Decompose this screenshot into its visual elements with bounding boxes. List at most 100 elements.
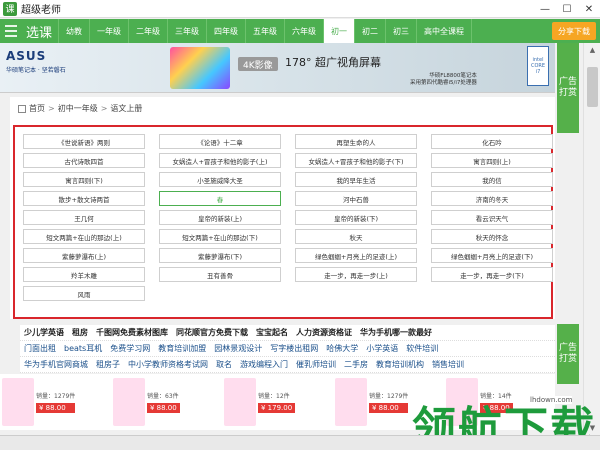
ad-link[interactable]: 千图网免费素材图库 [92,327,172,338]
lesson-item[interactable]: 化石吟 [431,134,553,149]
lesson-item[interactable]: 女娲造人+冒孩子和他的影子(上) [159,153,281,168]
lesson-item[interactable]: 秋天 [295,229,417,244]
product-item[interactable]: 销量：12件 ¥ 179.00 [222,374,333,430]
lesson-item[interactable]: 《世说新语》两则 [23,134,145,149]
product-info: 销量：12件 ¥ 179.00 [258,391,296,413]
lesson-item[interactable]: 河中石兽 [295,191,417,206]
maximize-button[interactable]: ☐ [556,0,578,18]
lesson-item[interactable]: 王几何 [23,210,145,225]
lesson-item[interactable]: 紫藤萝瀑布(下) [159,248,281,263]
product-sales: 销量：12件 [258,393,290,400]
lesson-item[interactable]: 春 [159,191,281,206]
ad-link[interactable]: 租房 [68,327,92,338]
grade-tab[interactable]: 高中全课程 [417,19,473,43]
lesson-item[interactable]: 丑有善骨 [159,267,281,282]
ad-link[interactable]: 园林景观设计 [210,343,266,354]
ad-link[interactable]: 中小学教师资格考试网 [124,359,212,370]
grade-tab[interactable]: 一年级 [90,19,130,43]
ad-link[interactable]: 租房子 [92,359,124,370]
product-info: 销量：63件 ¥ 88.00 [147,391,180,413]
window-title: 超级老师 [21,5,61,16]
grade-tab[interactable]: 初一 [324,19,356,43]
ad-link[interactable]: 宝宝起名 [252,327,292,338]
product-image [2,378,34,426]
ad-link[interactable]: 取名 [212,359,236,370]
ad-links-area: 少儿学英语 租房 千图网免费素材图库 同花顺官方免费下载 宝宝起名 人力资源资格证 华为手机… [20,325,555,373]
breadcrumb-home[interactable]: 首页 [29,103,45,114]
lesson-item[interactable]: 紫藤萝瀑布(上) [23,248,145,263]
grade-tab[interactable]: 三年级 [168,19,208,43]
vertical-scrollbar[interactable]: ▲ ▼ [583,43,600,435]
grade-tab[interactable]: 初二 [355,19,387,43]
ad-link[interactable]: 软件培训 [402,343,442,354]
grade-tab[interactable]: 初三 [386,19,418,43]
lesson-item[interactable]: 走一步，再走一步(下) [431,267,553,282]
product-price: ¥ 88.00 [369,403,409,413]
lesson-item[interactable]: 我的早年生活 [295,172,417,187]
ad-banner[interactable]: ASUS 华硕笔记本 · 坚若磐石 4K影像 178° 超广视角屏幕 华硕FL8… [0,43,555,93]
lesson-item[interactable]: 绿色蝈蝈+月亮上的足迹(上) [295,248,417,263]
lesson-item[interactable]: 羚羊木雕 [23,267,145,282]
ad-link[interactable]: 游戏编程入门 [236,359,292,370]
lesson-item[interactable]: 再塑生命的人 [295,134,417,149]
lesson-item[interactable]: 散步+散文诗两首 [23,191,145,206]
lesson-item[interactable]: 秋天的怀念 [431,229,553,244]
ad-link[interactable]: 写字楼出租网 [266,343,322,354]
lesson-item[interactable]: 《论语》十二章 [159,134,281,149]
grade-tab[interactable]: 幼教 [59,19,91,43]
link-row: 少儿学英语 租房 千图网免费素材图库 同花顺官方免费下载 宝宝起名 人力资源资格证 华为手机… [20,325,555,341]
menu-icon[interactable] [0,19,22,43]
ad-link[interactable]: 教育培训机构 [372,359,428,370]
ad-link[interactable]: beats耳机 [60,343,106,354]
ad-link[interactable]: 免费学习网 [106,343,154,354]
lesson-item[interactable]: 绿色蝈蝈+月亮上的足迹(下) [431,248,553,263]
link-row: 华为手机官网商城 租房子 中小学教师资格考试网 取名 游戏编程入门 催乳师培训 二手房 教育培… [20,357,555,373]
scroll-thumb[interactable] [587,67,598,107]
window-titlebar: 课 超级老师 — ☐ ✕ [0,0,600,18]
side-ad-bottom[interactable]: 广告打赏 [557,324,579,384]
grade-tab[interactable]: 六年级 [285,19,325,43]
ad-link[interactable]: 人力资源资格证 [292,327,356,338]
lesson-item[interactable]: 古代诗歌四首 [23,153,145,168]
asus-slogan: 华硕笔记本 · 坚若磐石 [6,67,66,74]
badge-4k: 4K影像 [238,57,278,71]
ad-link[interactable]: 小学英语 [362,343,402,354]
lesson-item[interactable]: 小圣施威降大圣 [159,172,281,187]
product-item[interactable]: 销量：63件 ¥ 88.00 [111,374,222,430]
grade-tab[interactable]: 四年级 [207,19,247,43]
share-download-button[interactable]: 分享下载 [552,22,596,40]
product-item[interactable]: 销量：1279件 ¥ 88.00 [0,374,111,430]
lesson-item[interactable]: 短文两篇+在山的那边(上) [23,229,145,244]
lesson-item[interactable]: 看云识天气 [431,210,553,225]
lesson-item[interactable]: 济南的冬天 [431,191,553,206]
lesson-item[interactable]: 皇帝的新装(下) [295,210,417,225]
lesson-item[interactable]: 风雨 [23,286,145,301]
intel-badge: intel CORE i7 [527,46,549,86]
lesson-item[interactable]: 走一步，再走一步(上) [295,267,417,282]
ad-link[interactable]: 二手房 [340,359,372,370]
close-button[interactable]: ✕ [578,0,600,18]
lesson-item[interactable]: 短文两篇+在山的那边(下) [159,229,281,244]
scroll-up-icon[interactable]: ▲ [584,43,600,57]
breadcrumb-grade[interactable]: 初中一年级 [58,103,98,114]
lesson-item[interactable]: 寓言四则(上) [431,153,553,168]
ad-link[interactable]: 少儿学英语 [20,327,68,338]
side-ad-top[interactable]: 广告打赏 [557,43,579,133]
lesson-item[interactable]: 皇帝的新装(上) [159,210,281,225]
product-sales: 销量：63件 [147,393,179,400]
grade-tab[interactable]: 二年级 [129,19,169,43]
minimize-button[interactable]: — [534,0,556,18]
lesson-item[interactable]: 寓言四则(下) [23,172,145,187]
lesson-item[interactable]: 我的信 [431,172,553,187]
lesson-item[interactable]: 女娲造人+冒孩子和他的影子(下) [295,153,417,168]
grade-tab[interactable]: 五年级 [246,19,286,43]
ad-link[interactable]: 哈佛大学 [322,343,362,354]
ad-link[interactable]: 同花顺官方免费下载 [172,327,252,338]
ad-link[interactable]: 华为手机官网商城 [20,359,92,370]
ad-link[interactable]: 教育培训加盟 [154,343,210,354]
ad-link[interactable]: 销售培训 [428,359,468,370]
ad-link[interactable]: 华为手机哪一款最好 [356,327,436,338]
ad-small-line-2: 采用第四代酷睿i5/i7处理器 [410,80,477,87]
ad-link[interactable]: 门面出租 [20,343,60,354]
ad-link[interactable]: 催乳师培训 [292,359,340,370]
